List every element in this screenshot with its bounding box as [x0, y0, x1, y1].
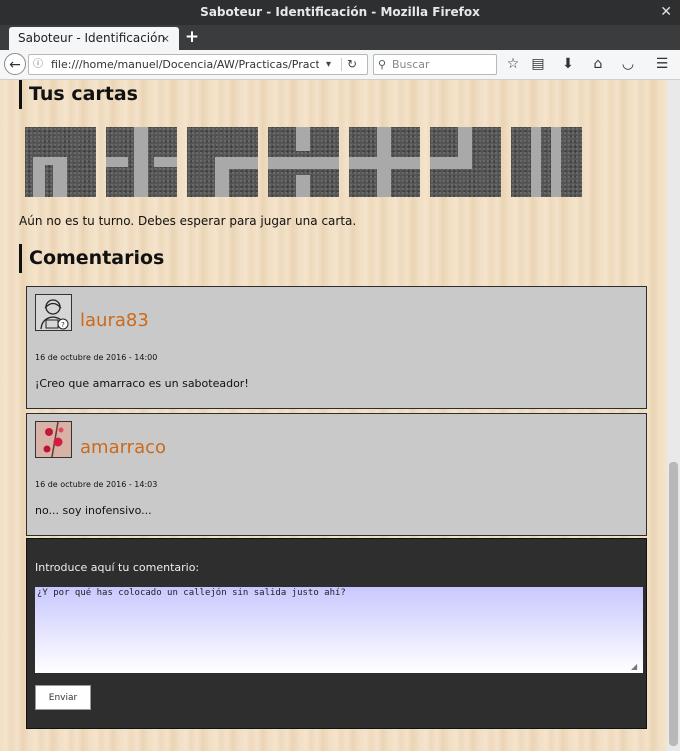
user-avatar-icon: ? — [40, 299, 69, 330]
tab-saboteur[interactable]: Saboteur - Identificación × — [9, 27, 179, 50]
comment-text: ¡Creo que amarraco es un saboteador! — [35, 377, 249, 390]
url-text[interactable]: file:///home/manuel/Docencia/AW/Practica… — [51, 55, 319, 74]
tab-close-icon[interactable]: × — [161, 27, 170, 50]
tab-strip: Saboteur - Identificación × + — [0, 25, 680, 50]
reading-list-icon[interactable]: ▤ — [528, 54, 548, 75]
window-titlebar: Saboteur - Identificación - Mozilla Fire… — [0, 0, 680, 25]
card-t-junction-split[interactable] — [268, 127, 339, 197]
cards-heading: Tus cartas — [19, 80, 138, 109]
navigation-toolbar: ← ⓘ file:///home/manuel/Docencia/AW/Prac… — [0, 50, 680, 80]
search-icon: ⚲ — [378, 58, 387, 71]
window-title: Saboteur - Identificación - Mozilla Fire… — [200, 5, 480, 19]
comment-card: ? laura83 16 de octubre de 2016 - 14:00 … — [26, 286, 647, 409]
comment-textarea[interactable]: ¿Y por qué has colocado un callejón sin … — [35, 587, 643, 673]
card-corner-curve[interactable] — [187, 127, 258, 197]
card-corner-turn[interactable] — [430, 127, 501, 197]
pocket-icon[interactable]: ◡ — [618, 54, 638, 75]
close-icon[interactable]: ✕ — [660, 0, 672, 25]
svg-text:?: ? — [61, 321, 65, 329]
comment-author[interactable]: amarraco — [80, 437, 166, 458]
avatar: ? — [35, 294, 72, 331]
comments-heading: Comentarios — [19, 244, 164, 273]
new-tab-button[interactable]: + — [183, 25, 201, 50]
menu-icon[interactable]: ☰ — [652, 54, 672, 75]
card-four-way-cross[interactable] — [349, 127, 420, 197]
comment-date: 16 de octubre de 2016 - 14:03 — [35, 480, 158, 489]
search-box[interactable]: ⚲ Buscar — [373, 54, 497, 75]
comment-author[interactable]: laura83 — [80, 310, 149, 331]
comment-date: 16 de octubre de 2016 - 14:00 — [35, 353, 158, 362]
card-straight-vertical[interactable] — [511, 127, 582, 197]
card-dead-end-vertical-split[interactable] — [25, 127, 96, 197]
comment-text: no... soy inofensivo... — [35, 504, 152, 517]
flower-avatar-icon — [36, 422, 71, 457]
comment-card: amarraco 16 de octubre de 2016 - 14:03 n… — [26, 413, 647, 536]
home-icon[interactable]: ⌂ — [588, 54, 608, 75]
card-cross-dead-end[interactable] — [106, 127, 177, 197]
url-separator — [341, 58, 342, 71]
bookmark-star-icon[interactable]: ☆ — [503, 54, 523, 75]
url-bar[interactable]: ⓘ file:///home/manuel/Docencia/AW/Practi… — [28, 54, 368, 75]
new-comment-form: Introduce aquí tu comentario: ¿Y por qué… — [26, 538, 647, 729]
scrollbar-thumb[interactable] — [669, 462, 678, 746]
dropdown-icon[interactable]: ▾ — [326, 55, 331, 74]
back-icon[interactable]: ← — [4, 53, 26, 75]
turn-message: Aún no es tu turno. Debes esperar para j… — [19, 214, 357, 228]
page-content: Tus cartas Aún no es tu turno. Debes esp… — [0, 80, 667, 751]
search-placeholder: Buscar — [392, 58, 430, 71]
reload-icon[interactable]: ↻ — [347, 55, 357, 74]
tab-label: Saboteur - Identificación — [18, 31, 166, 45]
submit-comment-button[interactable]: Enviar — [35, 685, 91, 710]
resize-handle-icon[interactable]: ◢ — [631, 662, 641, 672]
info-icon[interactable]: ⓘ — [33, 55, 43, 74]
download-icon[interactable]: ⬇ — [558, 54, 578, 75]
comment-input-label: Introduce aquí tu comentario: — [35, 561, 200, 574]
avatar — [35, 421, 72, 458]
